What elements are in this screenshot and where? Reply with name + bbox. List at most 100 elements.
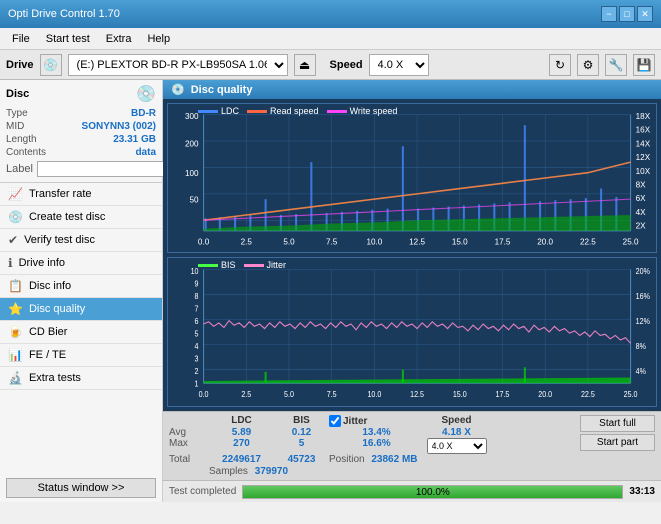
save-button[interactable]: 💾 [633, 54, 655, 76]
length-label: Length [6, 134, 37, 145]
drive-label: Drive [6, 59, 34, 71]
svg-text:2: 2 [195, 367, 199, 376]
svg-text:14X: 14X [636, 138, 651, 148]
svg-text:6X: 6X [636, 193, 646, 203]
content-area: 💿 Disc quality LDC Read speed [163, 80, 661, 502]
progress-bar: 100.0% [242, 485, 623, 499]
svg-text:2.5: 2.5 [241, 236, 253, 246]
svg-text:22.5: 22.5 [580, 236, 596, 246]
action-buttons: Start full Start part [580, 415, 655, 451]
sidebar-item-create-test-disc[interactable]: 💿 Create test disc [0, 206, 162, 229]
type-value: BD-R [131, 108, 156, 119]
settings-button[interactable]: 🔧 [605, 54, 627, 76]
svg-text:1: 1 [195, 379, 199, 388]
disc-section-title: Disc [6, 88, 29, 100]
speed-select[interactable]: 4.0 X [369, 54, 429, 76]
chart1-svg: 300 200 100 50 18X 16X 14X 12X 10X 8X 6X… [168, 104, 656, 252]
svg-text:5.0: 5.0 [284, 390, 294, 399]
refresh-button[interactable]: ↻ [549, 54, 571, 76]
fe-te-label: FE / TE [29, 349, 66, 361]
sidebar-item-verify-test-disc[interactable]: ✔ Verify test disc [0, 229, 162, 252]
record-button[interactable]: ⚙ [577, 54, 599, 76]
eject-button[interactable]: ⏏ [294, 54, 316, 76]
maximize-button[interactable]: □ [619, 6, 635, 22]
svg-text:200: 200 [185, 138, 199, 148]
sidebar-item-cd-bier[interactable]: 🍺 CD Bier [0, 321, 162, 344]
svg-text:16%: 16% [636, 292, 651, 301]
start-part-button[interactable]: Start part [580, 434, 655, 451]
stats-main-row: LDC BIS Jitter Speed Avg 5.89 0.12 13.4% [169, 415, 655, 477]
position-label-cell: Position 23862 MB [329, 454, 424, 465]
extra-tests-icon: 🔬 [8, 371, 23, 385]
ldc-header: LDC [209, 415, 274, 427]
svg-text:4%: 4% [636, 367, 647, 376]
samples-row: Samples 379970 [169, 466, 489, 477]
drive-select[interactable]: (E:) PLEXTOR BD-R PX-LB950SA 1.06 [68, 54, 288, 76]
minimize-button[interactable]: − [601, 6, 617, 22]
position-val: 23862 MB [371, 454, 417, 465]
jitter-legend-label: Jitter [267, 260, 287, 270]
ldc-chart: LDC Read speed Write speed [167, 103, 657, 253]
svg-text:0.0: 0.0 [198, 236, 210, 246]
jitter-checkbox[interactable] [329, 415, 341, 427]
app-title: Opti Drive Control 1.70 [8, 8, 120, 20]
menu-start-test[interactable]: Start test [38, 31, 98, 47]
mid-value: SONYNN3 (002) [82, 121, 156, 132]
disc-panel: Disc 💿 Type BD-R MID SONYNN3 (002) Lengt… [0, 80, 162, 183]
label-input[interactable] [37, 161, 175, 177]
sidebar-item-disc-quality[interactable]: ⭐ Disc quality [0, 298, 162, 321]
svg-text:2X: 2X [636, 221, 646, 231]
sidebar-item-transfer-rate[interactable]: 📈 Transfer rate [0, 183, 162, 206]
fe-te-icon: 📊 [8, 348, 23, 362]
svg-text:8: 8 [195, 292, 199, 301]
svg-text:5.0: 5.0 [283, 236, 295, 246]
type-label: Type [6, 108, 28, 119]
menu-help[interactable]: Help [139, 31, 178, 47]
progress-percentage: 100.0% [243, 486, 622, 500]
ldc-max: 270 [209, 438, 274, 454]
svg-text:7: 7 [195, 304, 199, 313]
svg-text:15.0: 15.0 [452, 236, 468, 246]
drive-info-icon: ℹ [8, 256, 13, 270]
sidebar-item-extra-tests[interactable]: 🔬 Extra tests [0, 367, 162, 390]
svg-text:16X: 16X [636, 124, 651, 134]
svg-text:20.0: 20.0 [538, 390, 552, 399]
status-window-button[interactable]: Status window >> [6, 478, 156, 498]
svg-text:10.0: 10.0 [366, 236, 382, 246]
svg-text:17.5: 17.5 [495, 236, 511, 246]
window-controls: − □ ✕ [601, 6, 653, 22]
ldc-avg: 5.89 [209, 427, 274, 438]
svg-text:0.0: 0.0 [199, 390, 209, 399]
speed-select[interactable]: 4.0 X [427, 438, 487, 454]
ldc-legend-label: LDC [221, 106, 239, 116]
sidebar-item-drive-info[interactable]: ℹ Drive info [0, 252, 162, 275]
speed-val: 4.18 X [424, 427, 489, 438]
chart1-legend: LDC Read speed Write speed [198, 106, 397, 116]
menu-extra[interactable]: Extra [98, 31, 140, 47]
quality-title: Disc quality [191, 84, 253, 96]
transfer-rate-label: Transfer rate [29, 188, 92, 200]
max-row: Max 270 5 16.6% 4.0 X [169, 438, 489, 454]
speed-header: Speed [424, 415, 489, 427]
sidebar-item-disc-info[interactable]: 📋 Disc info [0, 275, 162, 298]
svg-text:4X: 4X [636, 207, 646, 217]
svg-text:7.5: 7.5 [326, 236, 338, 246]
drive-bar: Drive 💿 (E:) PLEXTOR BD-R PX-LB950SA 1.0… [0, 50, 661, 80]
bis-legend-label: BIS [221, 260, 236, 270]
svg-text:12.5: 12.5 [409, 236, 425, 246]
start-full-button[interactable]: Start full [580, 415, 655, 432]
svg-text:50: 50 [189, 194, 198, 204]
svg-text:10.0: 10.0 [367, 390, 381, 399]
close-button[interactable]: ✕ [637, 6, 653, 22]
menu-file[interactable]: File [4, 31, 38, 47]
disc-icon: 💿 [136, 84, 156, 104]
position-label: Position [329, 454, 365, 465]
svg-text:12%: 12% [636, 317, 651, 326]
speed-select-cell: 4.0 X [424, 438, 489, 454]
write-legend-color [327, 110, 347, 113]
speed-label: Speed [330, 59, 363, 71]
sidebar-item-fe-te[interactable]: 📊 FE / TE [0, 344, 162, 367]
disc-quality-label: Disc quality [29, 303, 85, 315]
drive-icon: 💿 [40, 54, 62, 76]
bis-max: 5 [274, 438, 329, 454]
